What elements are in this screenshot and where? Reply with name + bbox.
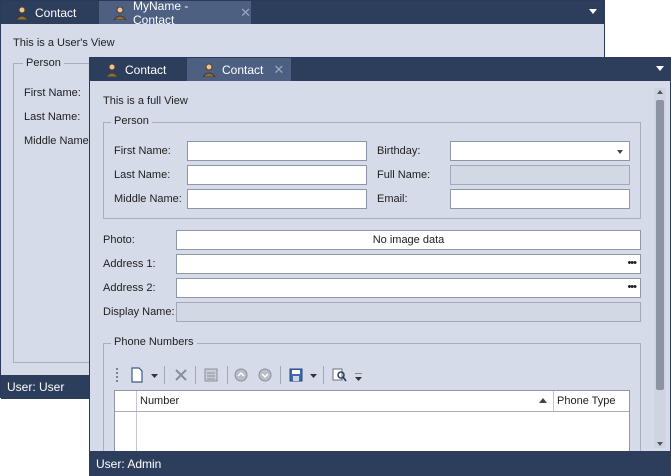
- address2-field[interactable]: •••: [176, 278, 641, 298]
- close-icon[interactable]: ✕: [273, 62, 284, 78]
- first-name-input[interactable]: [187, 141, 367, 161]
- toolbar-grip[interactable]: [116, 368, 122, 382]
- toolbar-separator: [227, 366, 228, 384]
- photo-placeholder: No image data: [372, 234, 445, 246]
- full-name-label: Full Name:: [377, 169, 431, 181]
- person-group-title: Person: [111, 115, 152, 127]
- full-name-field: [450, 165, 630, 185]
- front-tab-bar: Contact Contact ✕: [90, 58, 670, 81]
- edit-icon[interactable]: [202, 366, 220, 384]
- tab-label: Contact: [125, 62, 167, 77]
- tab-label: MyName - Contact: [133, 0, 189, 27]
- user-icon: [112, 6, 128, 20]
- address1-label: Address 1:: [103, 258, 156, 270]
- tab-menu-chevron-down-icon[interactable]: [589, 9, 597, 14]
- email-input[interactable]: [450, 189, 630, 209]
- sort-ascending-icon[interactable]: [539, 398, 547, 403]
- chevron-down-icon[interactable]: [617, 150, 623, 154]
- move-up-icon[interactable]: [232, 366, 250, 384]
- toolbar-separator: [164, 366, 165, 384]
- new-icon[interactable]: [128, 366, 146, 384]
- tab-label: Contact: [35, 5, 77, 20]
- front-tab-contact[interactable]: Contact: [90, 58, 187, 81]
- user-icon: [14, 6, 30, 20]
- scroll-down-arrow-icon[interactable]: [657, 442, 663, 446]
- save-icon[interactable]: [287, 366, 305, 384]
- column-header-number[interactable]: Number: [137, 391, 554, 411]
- view-title: This is a User's View: [13, 37, 115, 49]
- phone-toolbar: [114, 364, 382, 386]
- tab-label: Contact: [222, 62, 264, 77]
- back-tab-contact[interactable]: Contact: [1, 1, 99, 24]
- scroll-up-arrow-icon[interactable]: [657, 90, 663, 94]
- front-window: Contact Contact ✕ This is a full View Pe…: [89, 57, 671, 476]
- user-icon: [104, 63, 120, 77]
- find-icon[interactable]: [330, 366, 348, 384]
- grid-header: Number Phone Type: [115, 391, 629, 412]
- email-label: Email:: [377, 193, 408, 205]
- address2-label: Address 2:: [103, 282, 156, 294]
- front-tab-contact-active[interactable]: Contact ✕: [187, 58, 291, 81]
- tab-menu-chevron-down-icon[interactable]: [656, 66, 664, 71]
- display-name-label: Display Name:: [103, 306, 175, 318]
- ellipsis-button[interactable]: •••: [627, 282, 637, 293]
- last-name-input[interactable]: [187, 165, 367, 185]
- photo-field[interactable]: No image data: [176, 230, 641, 250]
- toolbar-separator: [323, 366, 324, 384]
- vertical-scrollbar[interactable]: [654, 88, 666, 448]
- middle-name-label: Middle Name:: [24, 135, 92, 147]
- delete-icon[interactable]: [172, 366, 190, 384]
- grid-row-indicator-header: [115, 391, 137, 411]
- address1-field[interactable]: •••: [176, 254, 641, 274]
- move-down-icon[interactable]: [256, 366, 274, 384]
- group-title: Person: [23, 57, 64, 69]
- view-title: This is a full View: [103, 95, 188, 107]
- column-header-label: Phone Type: [557, 395, 616, 407]
- user-icon: [201, 63, 217, 77]
- status-text: User: User: [7, 380, 65, 394]
- ellipsis-button[interactable]: •••: [627, 258, 637, 269]
- photo-label: Photo:: [103, 234, 135, 246]
- new-dropdown-chevron-down-icon[interactable]: [150, 372, 158, 380]
- display-name-field: [176, 302, 641, 322]
- middle-name-label: Middle Name:: [114, 193, 182, 205]
- status-text: User: Admin: [96, 456, 162, 471]
- last-name-label: Last Name:: [114, 169, 171, 181]
- phone-numbers-title: Phone Numbers: [111, 336, 197, 348]
- toolbar-separator: [280, 366, 281, 384]
- save-dropdown-chevron-down-icon[interactable]: [309, 372, 317, 380]
- birthday-combo[interactable]: [450, 141, 630, 161]
- column-header-phone-type[interactable]: Phone Type: [554, 391, 629, 411]
- middle-name-input[interactable]: [187, 189, 367, 209]
- last-name-label: Last Name:: [24, 111, 81, 123]
- column-header-label: Number: [140, 395, 180, 407]
- toolbar-separator: [195, 366, 196, 384]
- back-tab-myname-contact[interactable]: MyName - Contact ✕: [99, 0, 251, 27]
- first-name-label: First Name:: [24, 87, 81, 99]
- close-icon[interactable]: ✕: [240, 5, 251, 21]
- back-tab-bar: Contact MyName - Contact ✕: [1, 0, 604, 27]
- first-name-label: First Name:: [114, 145, 171, 157]
- birthday-label: Birthday:: [377, 145, 421, 157]
- status-bar: User: Admin: [90, 451, 670, 476]
- toolbar-overflow-chevron-down-icon[interactable]: [354, 371, 362, 383]
- scroll-thumb[interactable]: [656, 100, 664, 390]
